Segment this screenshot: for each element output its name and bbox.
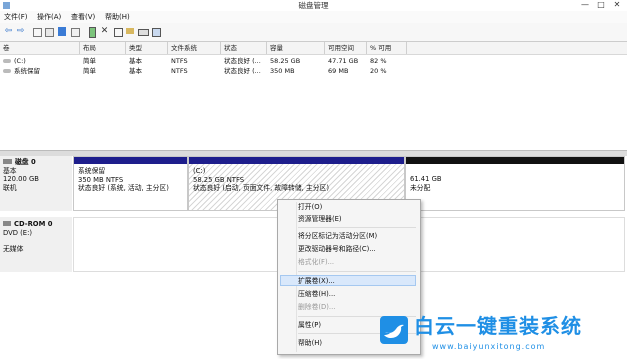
delete-icon[interactable]: ✕ <box>99 26 110 37</box>
partition-name: 系统保留 <box>78 167 106 175</box>
menu-item-extend-volume[interactable]: 扩展卷(X)... <box>298 276 335 286</box>
cell-filesystem: NTFS <box>171 57 188 65</box>
cell-volume: 系统保留 <box>14 67 40 75</box>
disk-size: 120.00 GB <box>3 175 39 183</box>
forward-icon[interactable]: ⇨ <box>15 26 26 37</box>
cell-filesystem: NTFS <box>171 67 188 75</box>
cdrom-icon <box>3 221 11 226</box>
partition-status: 状态良好 (启动, 页面文件, 故障转储, 主分区) <box>193 184 329 192</box>
menu-item-properties[interactable]: 属性(P) <box>298 320 321 330</box>
disk-name: 磁盘 0 <box>15 158 36 166</box>
disk-icon <box>3 159 12 164</box>
disk-type: 基本 <box>3 166 17 175</box>
partition-size: 350 MB NTFS <box>78 175 124 184</box>
menu-item-open[interactable]: 打开(O) <box>298 202 322 212</box>
menu-bar: 文件(F) 操作(A) 查看(V) 帮助(H) <box>0 11 627 23</box>
cell-volume: (C:) <box>14 57 26 65</box>
connect-icon[interactable] <box>86 26 97 38</box>
close-button[interactable]: ✕ <box>610 0 624 11</box>
checklist-icon[interactable] <box>112 26 123 37</box>
cell-type: 基本 <box>129 57 142 65</box>
menu-item-mark-active[interactable]: 将分区标记为活动分区(M) <box>298 231 377 241</box>
disk-list-icon[interactable] <box>150 26 161 37</box>
cell-status: 状态良好 (... <box>224 57 261 65</box>
partition-status: 状态良好 (系统, 活动, 主分区) <box>78 184 169 192</box>
cell-layout: 简单 <box>83 67 96 75</box>
title-bar: 磁盘管理 — □ ✕ <box>0 0 627 11</box>
menu-item-shrink-volume[interactable]: 压缩卷(H)... <box>298 289 335 299</box>
partition-bar <box>189 157 404 164</box>
watermark-url: www.baiyunxitong.com <box>432 342 546 351</box>
list-icon[interactable] <box>43 26 54 37</box>
watermark-brand: 白云一键重装系统 <box>414 314 582 338</box>
partition-system-reserved[interactable]: 系统保留 350 MB NTFS 状态良好 (系统, 活动, 主分区) <box>73 156 188 211</box>
drive-icon <box>3 59 11 63</box>
partition-size: 61.41 GB <box>410 175 442 183</box>
minimize-button[interactable]: — <box>578 0 592 11</box>
menu-separator <box>298 271 416 272</box>
col-type[interactable]: 类型 <box>126 42 168 54</box>
col-layout[interactable]: 布局 <box>80 42 126 54</box>
menu-help[interactable]: 帮助(H) <box>105 11 130 23</box>
cdrom-media: 无媒体 <box>3 245 24 253</box>
cell-free: 69 MB <box>328 67 349 75</box>
menu-separator <box>298 227 416 228</box>
partition-unallocated[interactable]: 61.41 GB 未分配 <box>405 156 625 211</box>
toolbar: ⇦ ⇨ ✕ <box>0 23 627 42</box>
cell-status: 状态良好 (... <box>224 67 261 75</box>
cell-type: 基本 <box>129 67 142 75</box>
cell-layout: 简单 <box>83 57 96 65</box>
drive-icon <box>3 69 11 73</box>
menu-item-change-drive-letter[interactable]: 更改驱动器号和路径(C)... <box>298 244 376 254</box>
menu-action[interactable]: 操作(A) <box>37 11 61 23</box>
disk-0-info: 磁盘 0 基本 120.00 GB 联机 <box>3 158 71 192</box>
console-tree-icon[interactable] <box>31 26 42 37</box>
col-capacity[interactable]: 容量 <box>267 42 325 54</box>
col-volume[interactable]: 卷 <box>0 42 80 54</box>
drive-icon[interactable] <box>137 26 149 37</box>
cell-capacity: 350 MB <box>270 67 295 75</box>
properties-icon[interactable] <box>69 26 80 37</box>
folder-icon[interactable] <box>124 26 135 37</box>
table-row[interactable]: (C:) 简单 基本 NTFS 状态良好 (... 58.25 GB 47.71… <box>0 56 627 66</box>
menu-view[interactable]: 查看(V) <box>71 11 95 23</box>
volume-list-header: 卷 布局 类型 文件系统 状态 容量 可用空间 % 可用 <box>0 42 627 55</box>
partition-bar <box>406 157 624 164</box>
col-free[interactable]: 可用空间 <box>325 42 367 54</box>
disk-status: 联机 <box>3 183 17 192</box>
menu-item-help[interactable]: 帮助(H) <box>298 338 322 348</box>
bird-logo-icon <box>380 316 408 344</box>
cdrom-drive: DVD (E:) <box>3 228 33 237</box>
menu-item-format: 格式化(F)... <box>298 258 335 266</box>
cell-percent-free: 20 % <box>370 67 387 75</box>
col-filesystem[interactable]: 文件系统 <box>168 42 221 54</box>
cell-percent-free: 82 % <box>370 57 387 65</box>
cell-capacity: 58.25 GB <box>270 57 301 65</box>
cdrom-name: CD-ROM 0 <box>14 220 53 228</box>
cell-free: 47.71 GB <box>328 57 359 65</box>
back-icon[interactable]: ⇦ <box>3 26 14 37</box>
window-title: 磁盘管理 <box>298 1 329 10</box>
col-status[interactable]: 状态 <box>221 42 267 54</box>
partition-size: 58.25 GB NTFS <box>193 175 245 184</box>
menu-item-delete-volume: 删除卷(D)... <box>298 303 336 311</box>
menu-item-explorer[interactable]: 资源管理器(E) <box>298 214 342 224</box>
partition-name: (C:) <box>193 167 206 175</box>
help-icon[interactable] <box>57 26 68 37</box>
partition-status: 未分配 <box>410 183 431 192</box>
cdrom-0-info: CD-ROM 0 DVD (E:) 无媒体 <box>3 220 71 254</box>
partition-bar <box>74 157 187 164</box>
maximize-button[interactable]: □ <box>594 0 608 11</box>
menu-file[interactable]: 文件(F) <box>4 11 28 23</box>
col-percent-free[interactable]: % 可用 <box>367 42 407 54</box>
table-row[interactable]: 系统保留 简单 基本 NTFS 状态良好 (... 350 MB 69 MB 2… <box>0 66 627 76</box>
